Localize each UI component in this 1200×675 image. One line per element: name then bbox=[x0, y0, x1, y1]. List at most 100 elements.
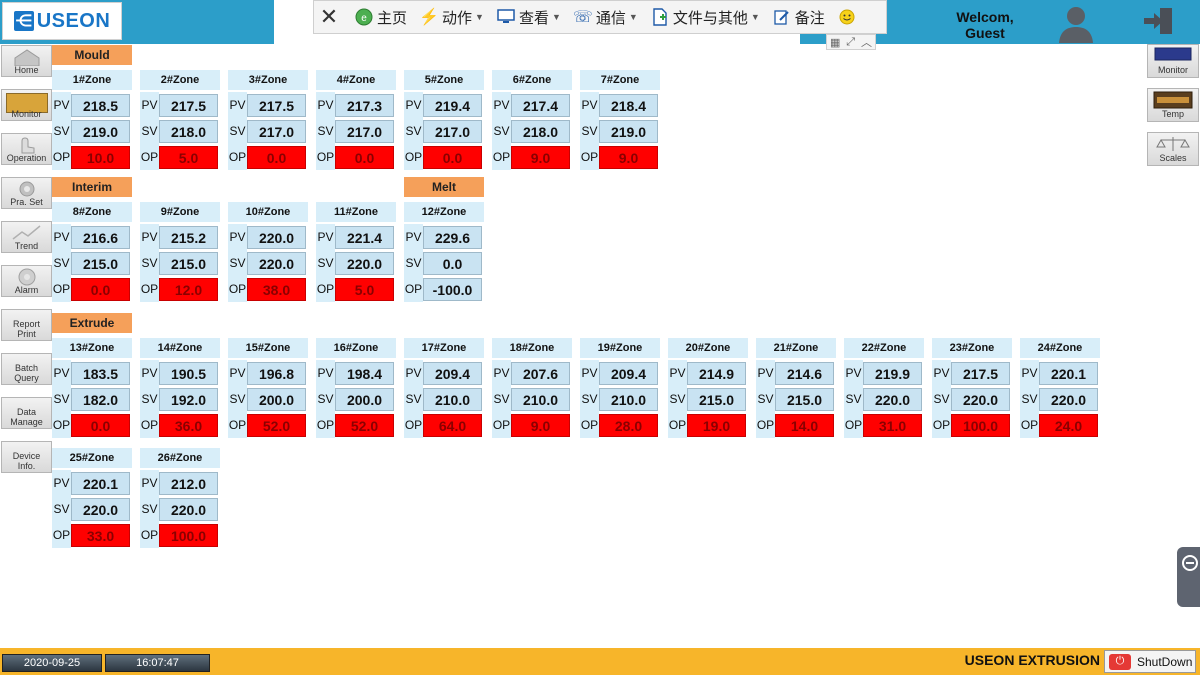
sv-value[interactable]: 217.0 bbox=[423, 120, 482, 143]
zone-panel[interactable]: 7#Zone PV 218.4 SV 219.0 OP 9.0 bbox=[580, 70, 660, 172]
sv-value[interactable]: 218.0 bbox=[511, 120, 570, 143]
zone-panel[interactable]: 11#Zone PV 221.4 SV 220.0 OP 5.0 bbox=[316, 202, 396, 304]
nav-trend-label: Trend bbox=[14, 241, 39, 251]
rnav-temp[interactable]: Temp bbox=[1147, 88, 1199, 122]
zone-panel[interactable]: 4#Zone PV 217.3 SV 217.0 OP 0.0 bbox=[316, 70, 396, 172]
user-avatar-icon[interactable] bbox=[1055, 3, 1097, 43]
toolbar-home[interactable]: e 主页 bbox=[355, 7, 407, 28]
zone-panel[interactable]: 23#Zone PV 217.5 SV 220.0 OP 100.0 bbox=[932, 338, 1012, 440]
nav-monitor[interactable]: Monitor bbox=[1, 89, 52, 121]
pv-label: PV bbox=[316, 224, 335, 250]
zone-panel[interactable]: 16#Zone PV 198.4 SV 200.0 OP 52.0 bbox=[316, 338, 396, 440]
toolbar-files[interactable]: 文件与其他 ▼ bbox=[651, 7, 760, 28]
grid-icon[interactable]: ▦ bbox=[830, 36, 840, 49]
nav-report-print[interactable]: Report Print bbox=[1, 309, 52, 341]
zone-panel[interactable]: 1#Zone PV 218.5 SV 219.0 OP 10.0 bbox=[52, 70, 132, 172]
sv-value[interactable]: 200.0 bbox=[247, 388, 306, 411]
side-drawer-tab[interactable] bbox=[1177, 547, 1200, 607]
zone-title: 18#Zone bbox=[492, 338, 572, 358]
zone-panel[interactable]: 2#Zone PV 217.5 SV 218.0 OP 5.0 bbox=[140, 70, 220, 172]
chevron-up-icon[interactable]: ︿ bbox=[861, 34, 872, 50]
zone-panel[interactable]: 19#Zone PV 209.4 SV 210.0 OP 28.0 bbox=[580, 338, 660, 440]
nav-batch-query[interactable]: Batch Query bbox=[1, 353, 52, 385]
nav-param-set[interactable]: Pra. Set bbox=[1, 177, 52, 209]
zone-panel[interactable]: 26#Zone PV 212.0 SV 220.0 OP 100.0 bbox=[140, 448, 220, 550]
zone-panel[interactable]: 9#Zone PV 215.2 SV 215.0 OP 12.0 bbox=[140, 202, 220, 304]
rnav-scales[interactable]: Scales bbox=[1147, 132, 1199, 166]
expand-icon[interactable]: ⤢ bbox=[846, 36, 855, 49]
sv-value[interactable]: 220.0 bbox=[247, 252, 306, 275]
nav-device-info[interactable]: Device Info. bbox=[1, 441, 52, 473]
zone-panel[interactable]: 18#Zone PV 207.6 SV 210.0 OP 9.0 bbox=[492, 338, 572, 440]
zone-panel[interactable]: 22#Zone PV 219.9 SV 220.0 OP 31.0 bbox=[844, 338, 924, 440]
zone-title: 15#Zone bbox=[228, 338, 308, 358]
pv-value: 217.5 bbox=[247, 94, 306, 117]
zone-panel[interactable]: 21#Zone PV 214.6 SV 215.0 OP 14.0 bbox=[756, 338, 836, 440]
sv-value[interactable]: 215.0 bbox=[775, 388, 834, 411]
op-value: 5.0 bbox=[159, 146, 218, 169]
zone-panel[interactable]: 14#Zone PV 190.5 SV 192.0 OP 36.0 bbox=[140, 338, 220, 440]
useon-logo: ⋲ USEON bbox=[2, 2, 122, 40]
sv-value[interactable]: 210.0 bbox=[599, 388, 658, 411]
zone-panel[interactable]: 3#Zone PV 217.5 SV 217.0 OP 0.0 bbox=[228, 70, 308, 172]
nav-operation[interactable]: Operation bbox=[1, 133, 52, 165]
logout-button[interactable] bbox=[1142, 6, 1176, 36]
nav-operation-label: Operation bbox=[6, 153, 47, 163]
toolbar-notes[interactable]: 备注 bbox=[773, 7, 825, 28]
zone-title: 22#Zone bbox=[844, 338, 924, 358]
toolbar-view[interactable]: 查看 ▼ bbox=[497, 7, 561, 28]
pv-value: 221.4 bbox=[335, 226, 394, 249]
toolbar-actions[interactable]: ⚡ 动作 ▼ bbox=[419, 7, 484, 28]
zone-panel[interactable]: 20#Zone PV 214.9 SV 215.0 OP 19.0 bbox=[668, 338, 748, 440]
op-label: OP bbox=[492, 144, 511, 170]
sv-value[interactable]: 219.0 bbox=[71, 120, 130, 143]
sv-label: SV bbox=[228, 118, 247, 144]
sv-value[interactable]: 220.0 bbox=[71, 498, 130, 521]
sv-label: SV bbox=[492, 386, 511, 412]
pv-value: 216.6 bbox=[71, 226, 130, 249]
nav-data-manage[interactable]: Data Manage bbox=[1, 397, 52, 429]
zone-panel[interactable]: 25#Zone PV 220.1 SV 220.0 OP 33.0 bbox=[52, 448, 132, 550]
close-button[interactable]: ✕ bbox=[319, 4, 342, 29]
shutdown-button[interactable]: ⏻ ShutDown bbox=[1104, 650, 1196, 673]
sv-value[interactable]: 182.0 bbox=[71, 388, 130, 411]
sv-value[interactable]: 220.0 bbox=[335, 252, 394, 275]
zone-panel[interactable]: 12#Zone PV 229.6 SV 0.0 OP -100.0 bbox=[404, 202, 484, 304]
rnav-monitor[interactable]: Monitor bbox=[1147, 44, 1199, 78]
zone-panel[interactable]: 6#Zone PV 217.4 SV 218.0 OP 9.0 bbox=[492, 70, 572, 172]
emoji-button[interactable] bbox=[838, 8, 860, 26]
sv-value[interactable]: 220.0 bbox=[159, 498, 218, 521]
zone-panel[interactable]: 24#Zone PV 220.1 SV 220.0 OP 24.0 bbox=[1020, 338, 1100, 440]
close-icon: ✕ bbox=[319, 4, 339, 29]
sv-value[interactable]: 215.0 bbox=[71, 252, 130, 275]
sv-value[interactable]: 220.0 bbox=[863, 388, 922, 411]
toolbar-comm[interactable]: ☏ 通信 ▼ bbox=[573, 7, 638, 28]
zone-panel[interactable]: 8#Zone PV 216.6 SV 215.0 OP 0.0 bbox=[52, 202, 132, 304]
nav-home[interactable]: Home bbox=[1, 45, 52, 77]
sv-value[interactable]: 210.0 bbox=[511, 388, 570, 411]
op-label: OP bbox=[52, 276, 71, 302]
zone-panel[interactable]: 5#Zone PV 219.4 SV 217.0 OP 0.0 bbox=[404, 70, 484, 172]
sv-value[interactable]: 218.0 bbox=[159, 120, 218, 143]
sv-value[interactable]: 200.0 bbox=[335, 388, 394, 411]
sv-value[interactable]: 210.0 bbox=[423, 388, 482, 411]
sv-value[interactable]: 217.0 bbox=[335, 120, 394, 143]
sv-value[interactable]: 215.0 bbox=[687, 388, 746, 411]
sv-value[interactable]: 215.0 bbox=[159, 252, 218, 275]
sv-value[interactable]: 220.0 bbox=[1039, 388, 1098, 411]
sv-value[interactable]: 220.0 bbox=[951, 388, 1010, 411]
zone-panel[interactable]: 15#Zone PV 196.8 SV 200.0 OP 52.0 bbox=[228, 338, 308, 440]
nav-alarm[interactable]: Alarm bbox=[1, 265, 52, 297]
sv-value[interactable]: 217.0 bbox=[247, 120, 306, 143]
sv-label: SV bbox=[316, 118, 335, 144]
sv-value[interactable]: 0.0 bbox=[423, 252, 482, 275]
nav-trend[interactable]: Trend bbox=[1, 221, 52, 253]
sv-value[interactable]: 219.0 bbox=[599, 120, 658, 143]
alarm-icon bbox=[10, 268, 44, 286]
pv-label: PV bbox=[404, 92, 423, 118]
zone-panel[interactable]: 13#Zone PV 183.5 SV 182.0 OP 0.0 bbox=[52, 338, 132, 440]
sv-label: SV bbox=[228, 386, 247, 412]
sv-value[interactable]: 192.0 bbox=[159, 388, 218, 411]
zone-panel[interactable]: 17#Zone PV 209.4 SV 210.0 OP 64.0 bbox=[404, 338, 484, 440]
zone-panel[interactable]: 10#Zone PV 220.0 SV 220.0 OP 38.0 bbox=[228, 202, 308, 304]
